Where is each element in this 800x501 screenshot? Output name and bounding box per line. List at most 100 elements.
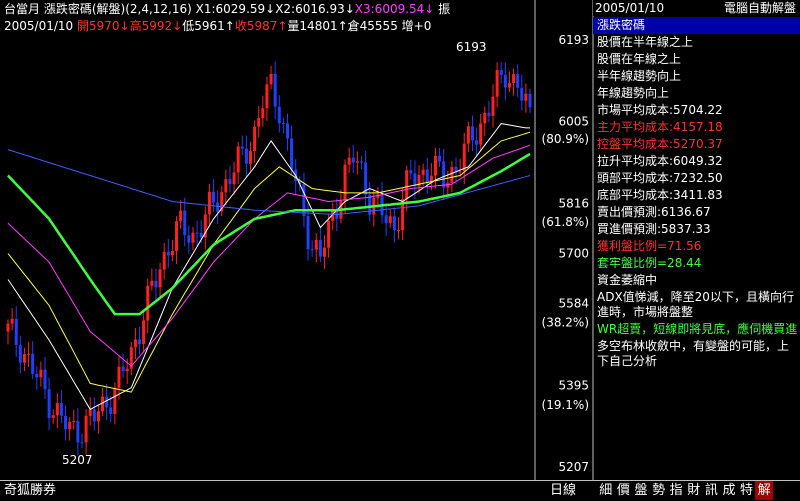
analysis-item[interactable]: 拉升平均成本:6049.32: [593, 153, 800, 170]
candle-body: [487, 112, 491, 116]
candle-body: [495, 69, 499, 97]
candle-body: [318, 239, 322, 257]
candle-body: [47, 389, 51, 419]
candle-body: [359, 161, 363, 163]
candle-body: [109, 407, 113, 414]
candle-body: [117, 366, 121, 388]
candle-body: [76, 420, 80, 443]
candle-body: [273, 73, 277, 107]
line1-segment: 振: [434, 2, 451, 16]
candle-body: [310, 249, 314, 251]
candle-body: [327, 220, 331, 248]
analysis-item[interactable]: 底部平均成本:3411.83: [593, 187, 800, 204]
analysis-item[interactable]: 半年線趨勢向上: [593, 68, 800, 85]
candle-body: [281, 123, 285, 125]
high-price-label: 6193: [456, 40, 487, 54]
bottom-bar: 奇狐勝券 日線 細價盤勢指財訊成特解: [0, 480, 800, 501]
header-line-quote: 2005/01/10 開5970↓高5992↓低5961↑收5987↑量1480…: [4, 18, 431, 35]
candle-body: [524, 93, 528, 101]
function-tab[interactable]: 訊: [703, 481, 721, 500]
line1-segment: 漲跌密碼(解盤)(2,4,12,16): [40, 2, 192, 16]
candle-body: [228, 179, 232, 185]
candle-body: [433, 155, 437, 176]
function-tab[interactable]: 價: [615, 481, 633, 500]
function-tab[interactable]: 勢: [650, 481, 668, 500]
candle-body: [179, 210, 183, 222]
price-axis-label: 6005: [558, 114, 589, 128]
header-line-indicator: 台當月 漲跌密碼(解盤)(2,4,12,16) X1:6029.59↓X2:60…: [4, 1, 450, 18]
candle-body: [10, 318, 14, 324]
candle-body: [150, 280, 154, 286]
line1-segment: 台當月: [4, 2, 41, 16]
function-tab[interactable]: 解: [755, 481, 773, 500]
candle-body: [261, 108, 265, 119]
candle-body: [183, 210, 187, 236]
function-tabs: 細價盤勢指財訊成特解: [597, 481, 773, 500]
candle-body: [347, 157, 351, 165]
analysis-item[interactable]: 控盤平均成本:5270.37: [593, 136, 800, 153]
analysis-item[interactable]: 市場平均成本:5704.22: [593, 102, 800, 119]
function-tab[interactable]: 盤: [632, 481, 650, 500]
candle-body: [212, 191, 216, 203]
candle-body: [405, 170, 409, 200]
candle-body: [450, 166, 454, 183]
analysis-item[interactable]: 主力平均成本:4157.18: [593, 119, 800, 136]
candle-body: [516, 74, 520, 88]
price-axis-label: (38.2%): [542, 315, 589, 329]
analysis-item[interactable]: 股價在年線之上: [593, 51, 800, 68]
candle-body: [507, 82, 511, 88]
line2-segment: 量14801↑: [287, 19, 348, 33]
line2-segment: 低5961↑: [182, 19, 235, 33]
candle-body: [285, 123, 289, 139]
candle-body: [446, 182, 450, 188]
analysis-item[interactable]: 多空布林收斂中，有變盤的可能，上下自己分析: [593, 338, 800, 370]
candle-body: [101, 396, 105, 412]
price-axis-label: 5816: [558, 196, 589, 210]
price-axis: 6193 6005 (80.9%) 5816 (61.8%) 5700 5584 (38.2%…: [542, 33, 589, 474]
candle-body: [158, 269, 162, 288]
function-tab[interactable]: 成: [720, 481, 738, 500]
candle-body: [35, 373, 39, 378]
chart-header: 台當月 漲跌密碼(解盤)(2,4,12,16) X1:6029.59↓X2:60…: [0, 0, 593, 34]
analysis-item[interactable]: 頭部平均成本:7232.50: [593, 170, 800, 187]
analysis-item[interactable]: 獲利盤比例=71.56: [593, 238, 800, 255]
candle-body: [499, 69, 503, 75]
analysis-item[interactable]: 資金萎縮中: [593, 272, 800, 289]
analysis-item[interactable]: ADX值悌減，降至20以下，且橫向行進時，市場將盤整: [593, 289, 800, 321]
candle-body: [466, 126, 470, 144]
line2-segment: 倉45555: [347, 19, 402, 33]
candle-body: [503, 74, 507, 88]
candle-body: [277, 106, 281, 124]
candle-body: [483, 112, 487, 124]
candle-body: [22, 354, 26, 363]
period-label[interactable]: 日線: [550, 481, 576, 500]
function-tab[interactable]: 細: [597, 481, 615, 500]
analysis-list: 漲跌密碼 股價在半年線之上 股價在年線之上 半年線趨勢向上 年線趨勢向上 市場平均成本:5…: [593, 17, 800, 370]
function-tab[interactable]: 財: [685, 481, 703, 500]
candle-body: [216, 202, 220, 212]
line2-segment: 高5992↓: [129, 19, 183, 33]
candle-body: [520, 87, 524, 101]
analysis-item[interactable]: 股價在半年線之上: [593, 34, 800, 51]
analysis-item[interactable]: 套牢盤比例=28.44: [593, 255, 800, 272]
line1-segment: X1:6029.59↓: [191, 2, 276, 16]
line2-segment: 開5970↓: [76, 19, 130, 33]
candle-body: [224, 179, 228, 193]
analysis-item[interactable]: 漲跌密碼: [593, 17, 800, 34]
candle-body: [43, 369, 47, 390]
line1-segment: X3:6009.54↓: [354, 2, 435, 16]
candle-body: [442, 161, 446, 188]
function-tab[interactable]: 指: [667, 481, 685, 500]
candle-body: [470, 126, 474, 141]
candle-body: [207, 191, 211, 215]
panel-header: 2005/01/10 電腦自動解盤: [593, 0, 800, 16]
analysis-item[interactable]: 買進價預測:5837.33: [593, 221, 800, 238]
candle-body: [39, 369, 43, 378]
analysis-item[interactable]: 賣出價預測:6136.67: [593, 204, 800, 221]
candle-body: [421, 169, 425, 175]
analysis-item[interactable]: 年線趨勢向上: [593, 85, 800, 102]
analysis-item[interactable]: WR超賣，短線即將見底，應伺機買進: [593, 321, 800, 338]
candle-body: [396, 230, 400, 232]
candle-body: [475, 140, 479, 145]
function-tab[interactable]: 特: [738, 481, 756, 500]
